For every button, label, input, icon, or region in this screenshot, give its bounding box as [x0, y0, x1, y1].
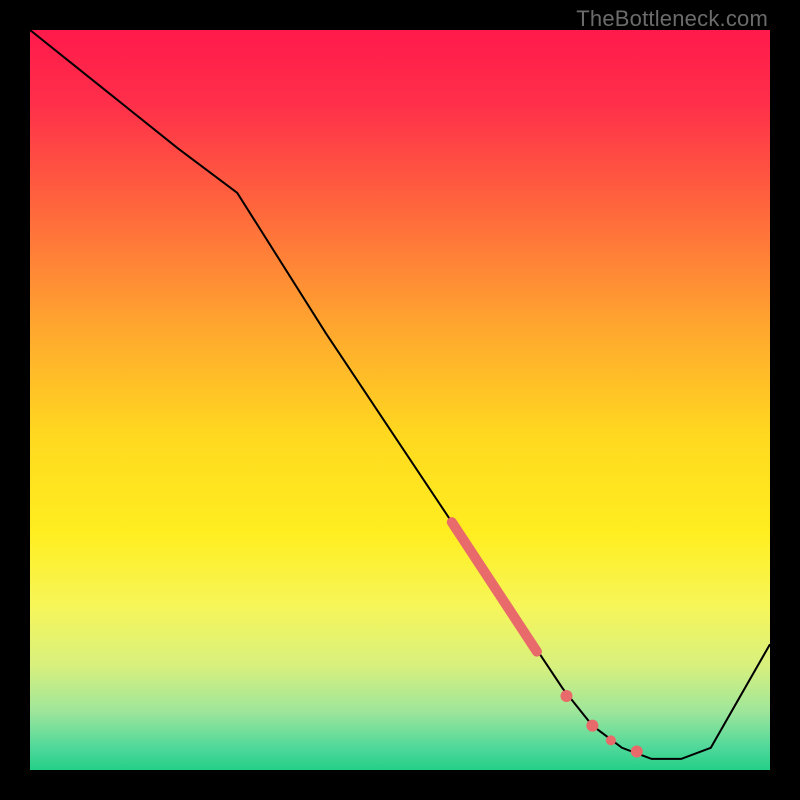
- chart-svg: [30, 30, 770, 770]
- bottleneck-curve: [30, 30, 770, 759]
- plot-area: [30, 30, 770, 770]
- highlight-segment: [452, 522, 537, 652]
- dot-3: [606, 735, 616, 745]
- chart-frame: TheBottleneck.com: [0, 0, 800, 800]
- watermark-text: TheBottleneck.com: [576, 6, 768, 32]
- dot-4: [631, 746, 643, 758]
- dot-1: [561, 690, 573, 702]
- dot-2: [586, 720, 598, 732]
